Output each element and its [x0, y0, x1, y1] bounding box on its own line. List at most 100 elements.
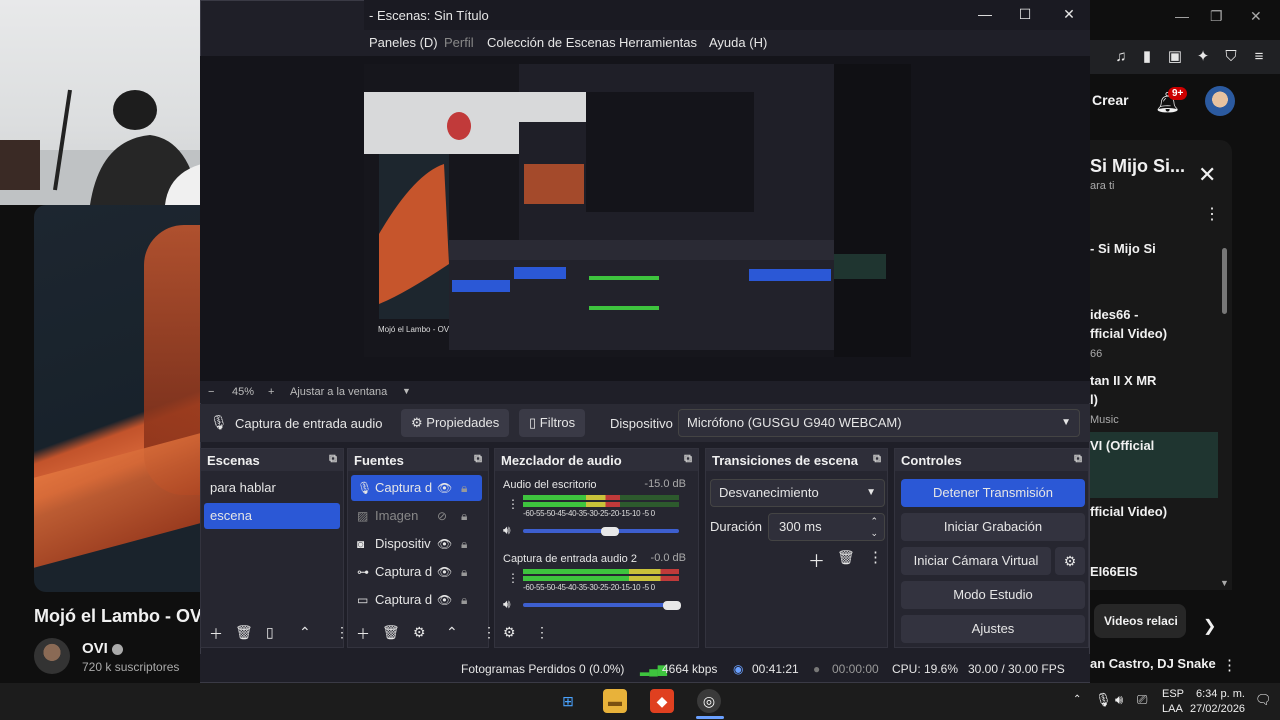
popout-icon[interactable]: ⧉	[1074, 453, 1082, 466]
file-explorer-icon[interactable]: ▬	[603, 689, 627, 713]
scene-item[interactable]: para hablar	[204, 475, 340, 501]
scene-item-selected[interactable]: escena	[204, 503, 340, 529]
source-item[interactable]: ◙ Dispositiv 👁︎ 🔒︎	[351, 531, 482, 557]
up-icon[interactable]: ⌃	[299, 624, 311, 641]
settings-button[interactable]: Ajustes	[901, 615, 1085, 643]
eye-icon[interactable]: 👁︎	[437, 587, 452, 613]
playlist-item[interactable]: tan II X MR	[1090, 373, 1156, 388]
user-avatar[interactable]	[1205, 86, 1235, 116]
menu-tools[interactable]: Herramientas	[619, 35, 697, 50]
eye-icon[interactable]: 👁︎	[437, 531, 452, 557]
obs-app-icon[interactable]: ◎	[697, 689, 721, 713]
more-vert-icon[interactable]: ⋮	[1204, 204, 1220, 224]
menu-docks[interactable]: Paneles (D)	[369, 35, 438, 50]
trash-icon[interactable]: 🗑︎	[382, 624, 400, 641]
sidebar-icon[interactable]: ▮	[1138, 48, 1156, 66]
more-icon[interactable]: ⋮	[535, 624, 549, 641]
wallet-icon[interactable]: ▣	[1166, 48, 1184, 66]
clock-date[interactable]: 27/02/2026	[1190, 703, 1245, 715]
playlist-item[interactable]: ides66 -	[1090, 307, 1138, 322]
channel-name[interactable]: OVI	[82, 640, 123, 657]
preview-canvas[interactable]: Mojó el Lambo - OV	[364, 64, 911, 357]
notification-icon[interactable]: 🗨︎	[1255, 692, 1272, 708]
maximize-icon[interactable]: ☐	[1015, 6, 1035, 23]
up-icon[interactable]: ⌃	[446, 624, 458, 641]
keyboard-layout[interactable]: LAA	[1162, 703, 1183, 715]
volume-icon[interactable]: 🔊︎	[503, 597, 511, 612]
popout-icon[interactable]: ⧉	[329, 453, 337, 466]
windows-start-icon[interactable]: ⊞	[556, 689, 580, 713]
menu-icon[interactable]: ≡	[1250, 48, 1268, 66]
source-item-selected[interactable]: 🎙︎ Captura d 👁︎ 🔒︎	[351, 475, 482, 501]
add-icon[interactable]: ＋	[356, 624, 370, 644]
start-virtual-camera-button[interactable]: Iniciar Cámara Virtual	[901, 547, 1051, 575]
minimize-icon[interactable]: —	[975, 6, 995, 22]
eye-icon[interactable]: 👁︎	[437, 475, 452, 501]
scroll-down-icon[interactable]: ▼	[1220, 578, 1229, 588]
panel-scrollbar[interactable]	[1222, 248, 1227, 314]
start-recording-button[interactable]: Iniciar Grabación	[901, 513, 1085, 541]
chevron-up-icon[interactable]: ⌃	[1073, 694, 1081, 705]
panel-close-icon[interactable]: ✕	[1198, 162, 1216, 188]
add-icon[interactable]: ＋	[808, 547, 825, 572]
studio-mode-button[interactable]: Modo Estudio	[901, 581, 1085, 609]
menu-profile[interactable]: Perfil	[444, 35, 474, 50]
settings-icon[interactable]: ⚙	[503, 624, 516, 641]
zoom-fit-dropdown[interactable]: Ajustar a la ventana	[290, 386, 387, 398]
source-item[interactable]: ⊶ Captura d 👁︎ 🔒︎	[351, 559, 482, 585]
brave-browser-icon[interactable]: ◆	[650, 689, 674, 713]
shield-icon[interactable]: ⛉	[1222, 48, 1240, 66]
more-icon[interactable]: ⋮	[507, 497, 519, 511]
popout-icon[interactable]: ⧉	[684, 453, 692, 466]
playlist-item[interactable]: fficial Video)	[1090, 326, 1167, 341]
channel-avatar[interactable]	[34, 638, 70, 674]
lock-icon[interactable]: 🔒︎	[461, 587, 467, 613]
eye-icon[interactable]: 👁︎	[437, 559, 452, 585]
playlist-item[interactable]: l)	[1090, 392, 1098, 407]
add-icon[interactable]: ＋	[209, 624, 223, 644]
filters-button[interactable]: ▯ Filtros	[519, 409, 586, 437]
gear-icon[interactable]: ⚙	[413, 624, 426, 641]
gear-icon[interactable]: ⚙	[1055, 547, 1085, 575]
volume-slider[interactable]	[523, 603, 679, 607]
menu-scene-collection[interactable]: Colección de Escenas	[487, 35, 616, 50]
related-video-title[interactable]: an Castro, DJ Snake	[1090, 656, 1216, 671]
playlist-item[interactable]: - Si Mijo Si	[1090, 241, 1156, 256]
playlist-item[interactable]: EI66EIS	[1090, 564, 1138, 579]
trash-icon[interactable]: 🗑︎	[235, 624, 253, 641]
transition-select[interactable]: Desvanecimiento ▼	[710, 479, 885, 507]
duration-spinbox[interactable]: 300 ms ⌃ ⌄	[768, 513, 885, 541]
close-icon[interactable]: ✕	[1059, 6, 1079, 23]
lock-icon[interactable]: 🔒︎	[461, 475, 467, 501]
more-vert-icon[interactable]: ⋮	[1222, 656, 1237, 674]
youtube-video-player[interactable]	[34, 205, 200, 592]
device-select[interactable]: Micrófono (GUSGU G940 WEBCAM) ▼	[678, 409, 1080, 437]
zoom-in-button[interactable]: +	[268, 386, 274, 398]
clock-time[interactable]: 6:34 p. m.	[1196, 688, 1245, 700]
chevron-down-icon[interactable]: ⌄	[870, 520, 878, 546]
music-icon[interactable]: ♫	[1112, 48, 1130, 66]
popout-icon[interactable]: ⧉	[474, 453, 482, 466]
source-item[interactable]: ▨ Imagen ⊘ 🔒︎	[351, 503, 482, 529]
menu-help[interactable]: Ayuda (H)	[709, 35, 767, 50]
minimize-icon[interactable]: —	[1175, 8, 1189, 24]
restore-icon[interactable]: ❐	[1210, 8, 1223, 25]
popout-icon[interactable]: ⧉	[873, 453, 881, 466]
network-icon[interactable]: ⎚	[1137, 692, 1147, 708]
eye-off-icon[interactable]: ⊘	[437, 503, 447, 529]
chevron-down-icon[interactable]: ▼	[402, 386, 411, 396]
filter-icon[interactable]: ▯	[266, 624, 274, 641]
mic-icon[interactable]: 🎙︎	[1095, 692, 1112, 708]
create-button[interactable]: Crear	[1092, 92, 1129, 108]
ai-icon[interactable]: ✦	[1194, 48, 1212, 66]
playlist-item[interactable]: fficial Video)	[1090, 504, 1167, 519]
volume-slider-knob[interactable]	[601, 527, 619, 536]
trash-icon[interactable]: 🗑︎	[837, 549, 855, 566]
close-icon[interactable]: ✕	[1250, 8, 1262, 25]
source-item[interactable]: ▭ Captura d 👁︎ 🔒︎	[351, 587, 482, 613]
more-icon[interactable]: ⋮	[507, 571, 519, 585]
lock-icon[interactable]: 🔒︎	[461, 503, 467, 529]
volume-slider-knob[interactable]	[663, 601, 681, 610]
lock-icon[interactable]: 🔒︎	[461, 531, 467, 557]
stop-streaming-button[interactable]: Detener Transmisión	[901, 479, 1085, 507]
